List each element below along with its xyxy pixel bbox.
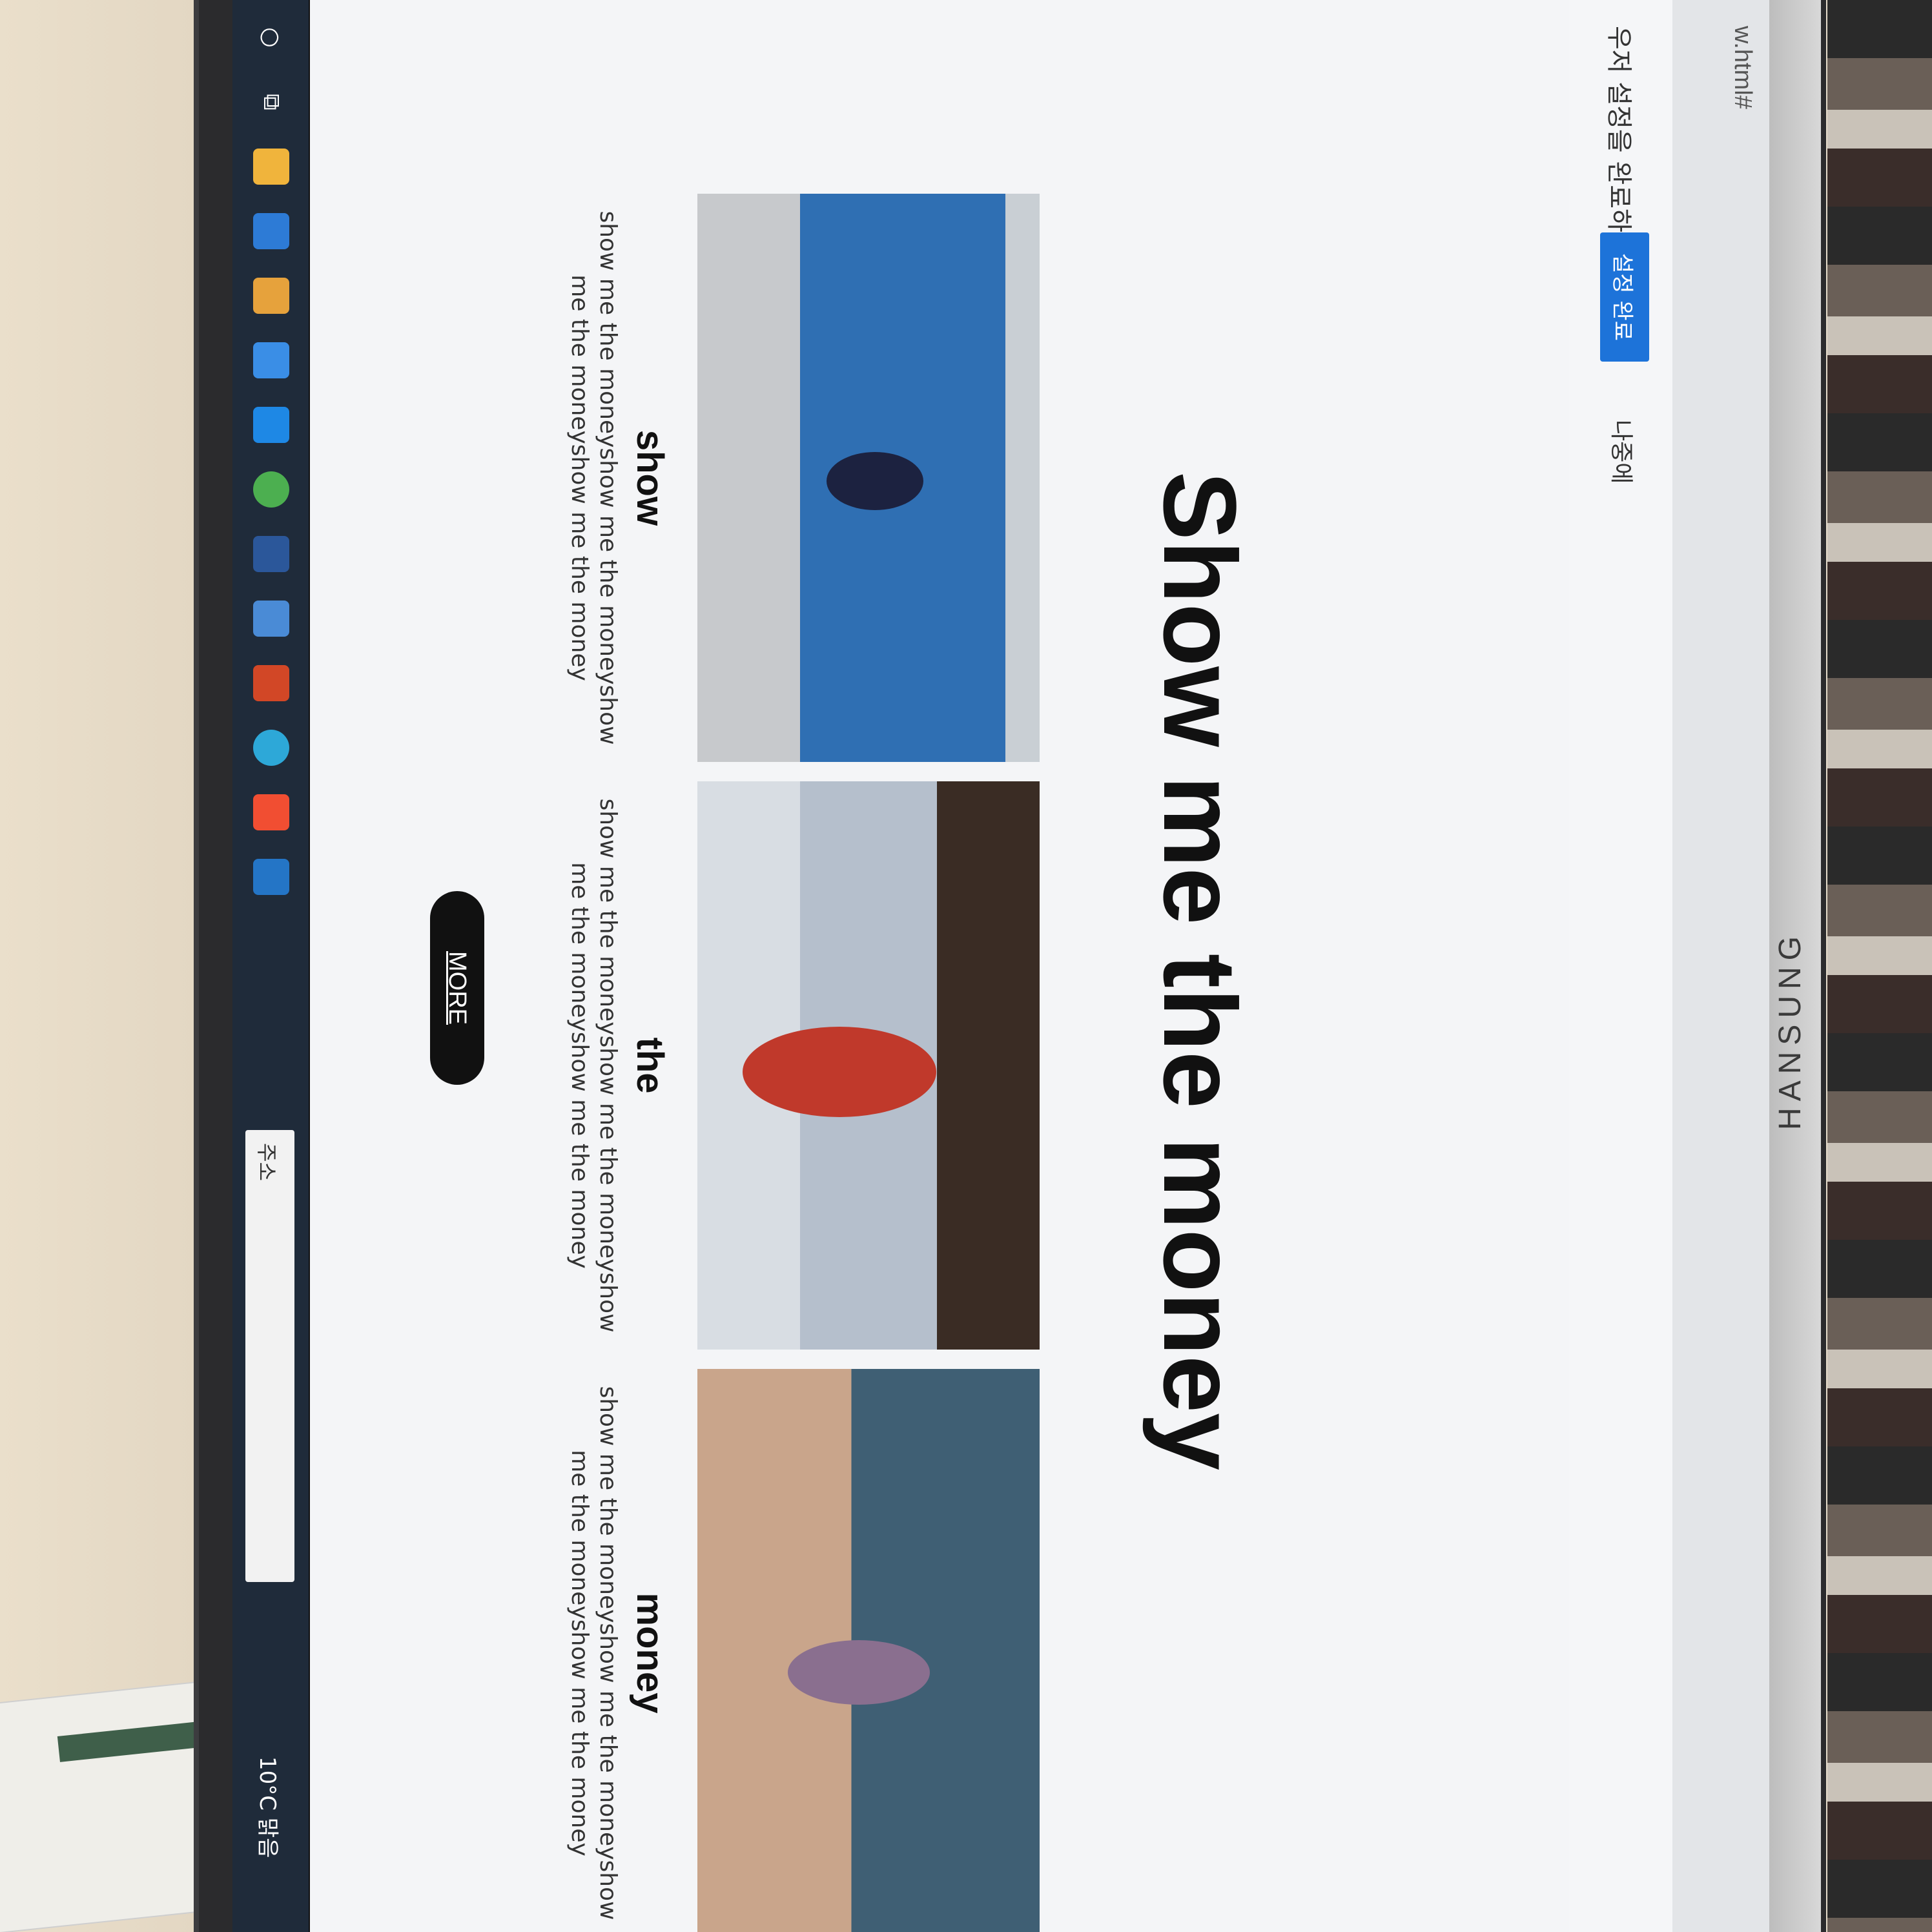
- weather-widget[interactable]: 10°C 맑음: [254, 1756, 285, 1858]
- vscode-icon[interactable]: [253, 859, 289, 895]
- powerpoint-icon[interactable]: [253, 665, 289, 701]
- search-label: 주소: [254, 1143, 279, 1181]
- card-show: show show me the moneyshow me the moneys…: [565, 194, 1040, 762]
- browser-notice-bar: 우저 설정을 완료하세요. 설정 완료 나중에: [1568, 0, 1672, 1932]
- card-caption: the: [629, 1037, 671, 1094]
- card-body: show me the moneyshow me the moneyshow m…: [566, 1386, 621, 1920]
- taskbar: ○ ⧉ 주소 10°C 맑음: [232, 0, 310, 1932]
- edge-icon[interactable]: [253, 730, 289, 766]
- photo-runner: [697, 781, 1040, 1350]
- edge-legacy-icon[interactable]: [253, 278, 289, 314]
- page-title: Show me the money: [1142, 471, 1258, 1470]
- search-icon[interactable]: ○: [253, 19, 289, 56]
- photo-jumper: [697, 1369, 1040, 1932]
- address-text[interactable]: w.html#: [1729, 26, 1756, 109]
- monitor-brand: HANSUNG: [1773, 929, 1807, 1130]
- desk-surface: [0, 0, 220, 1932]
- task-view-icon[interactable]: ⧉: [253, 84, 289, 120]
- card-caption: money: [629, 1592, 671, 1714]
- file-explorer-icon[interactable]: [253, 149, 289, 185]
- desk-clutter: [1827, 0, 1932, 1932]
- git-icon[interactable]: [253, 794, 289, 830]
- web-page: Show me the money show show me the money…: [232, 0, 1569, 1932]
- mail2-icon[interactable]: [253, 407, 289, 443]
- app-icon[interactable]: [253, 601, 289, 637]
- more-button[interactable]: MORE: [430, 891, 484, 1085]
- later-link[interactable]: 나중에: [1607, 420, 1640, 484]
- card-body: show me the moneyshow me the moneyshow m…: [566, 211, 621, 745]
- store-icon[interactable]: [253, 213, 289, 249]
- chrome-icon[interactable]: [253, 471, 289, 508]
- card-body: show me the moneyshow me the moneyshow m…: [566, 798, 621, 1333]
- finish-setup-button[interactable]: 설정 완료: [1600, 232, 1649, 362]
- browser-address-bar[interactable]: w.html#: [1671, 0, 1769, 1932]
- mail-icon[interactable]: [253, 342, 289, 378]
- word-icon[interactable]: [253, 536, 289, 572]
- monitor-screen: w.html# 우저 설정을 완료하세요. 설정 완료 나중에 Show me …: [232, 0, 1769, 1932]
- card-money: money show me the moneyshow me the money…: [565, 1369, 1040, 1932]
- card-caption: show: [629, 429, 671, 526]
- taskbar-search-box[interactable]: 주소: [245, 1130, 294, 1582]
- card-the: the show me the moneyshow me the moneysh…: [565, 781, 1040, 1350]
- photo-skater: [697, 194, 1040, 762]
